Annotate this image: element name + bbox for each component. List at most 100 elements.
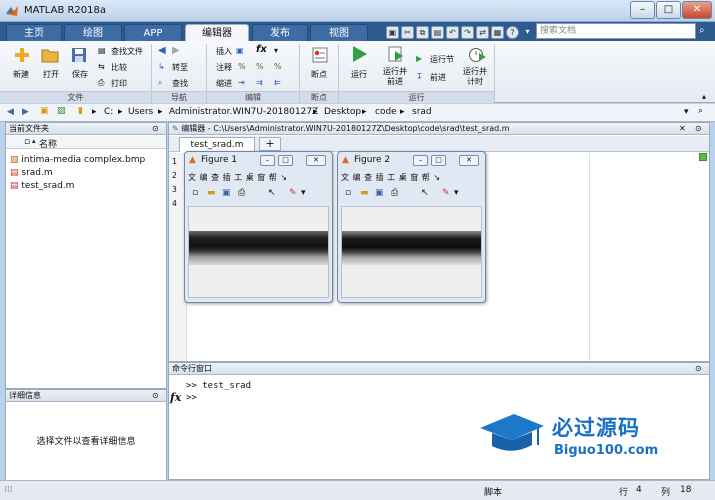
open-file-icon[interactable]: ▬	[207, 188, 216, 198]
folder-search-icon[interactable]: ⌕	[698, 106, 703, 116]
open-label[interactable]: 打开	[43, 69, 59, 80]
redo-icon[interactable]: ↷	[461, 26, 474, 39]
run-and-time-button[interactable]: 运行并 计时	[463, 67, 487, 87]
code-analyzer-status-icon[interactable]	[699, 153, 707, 161]
collapse-ribbon-icon[interactable]: ▴	[702, 92, 706, 101]
new-figure-icon[interactable]: ▫	[192, 188, 198, 198]
command-prompt[interactable]: >>	[186, 392, 251, 404]
function-dropdown-icon[interactable]: ▾	[274, 46, 278, 55]
find-button[interactable]: 查找	[172, 78, 188, 89]
save-label[interactable]: 保存	[72, 69, 88, 80]
compare-icon[interactable]: ⇆	[98, 62, 105, 71]
minimize-button[interactable]: –	[630, 1, 655, 19]
details-collapse-icon[interactable]: ⊙	[152, 390, 159, 402]
function-browser-button[interactable]: fx	[170, 391, 181, 404]
column-header[interactable]: ▫ 名称 ▴	[6, 136, 166, 150]
print-figure-icon[interactable]: ⎙	[391, 188, 398, 198]
new-label[interactable]: 新建	[13, 69, 29, 80]
forward-icon[interactable]: ▶	[172, 45, 180, 56]
back-icon[interactable]: ◀	[158, 45, 166, 56]
path-desktop[interactable]: Desktop	[324, 107, 361, 117]
compare-button[interactable]: 比较	[111, 62, 127, 73]
tab-apps[interactable]: APP	[124, 24, 182, 41]
run-section-icon[interactable]: ▶	[416, 54, 422, 63]
print-figure-icon[interactable]: ⎙	[238, 188, 245, 198]
figure-maximize-button[interactable]: □	[278, 155, 293, 166]
run-advance-button[interactable]: 运行并 前进	[383, 67, 407, 87]
documentation-search-input[interactable]: 搜索文档	[536, 23, 696, 39]
new-tab-button[interactable]: +	[259, 137, 281, 151]
list-item[interactable]: ▧ intima-media complex.bmp	[10, 154, 145, 166]
save-figure-icon[interactable]: ▣	[375, 188, 384, 198]
layout-icon[interactable]: ▦	[491, 26, 504, 39]
quick-paste-icon[interactable]: ▤	[431, 26, 444, 39]
edit-plot-icon[interactable]: ↖	[421, 188, 429, 198]
tab-view[interactable]: 视图	[310, 24, 368, 41]
figure-close-button[interactable]: ✕	[459, 155, 479, 166]
open-folder-icon[interactable]	[40, 46, 60, 64]
path-users[interactable]: Users	[128, 107, 153, 117]
edit-plot-icon[interactable]: ↖	[268, 188, 276, 198]
path-srad[interactable]: srad	[412, 107, 432, 117]
find-icon[interactable]: ⌕	[158, 78, 162, 88]
run-button[interactable]: 运行	[351, 69, 367, 80]
advance-button[interactable]: 前进	[430, 72, 446, 83]
find-files-icon[interactable]: ▤	[98, 46, 106, 55]
insert-button[interactable]: 插入	[216, 46, 232, 57]
advance-icon[interactable]: ↧	[416, 72, 423, 81]
figure-menu-bar[interactable]: 文 编 查 插 工 桌 窗 帮 ↘	[341, 172, 440, 186]
help-icon[interactable]: ?	[506, 26, 519, 39]
save-icon[interactable]	[69, 46, 89, 64]
path-code[interactable]: code	[375, 107, 397, 117]
insert-icon[interactable]: ▣	[236, 46, 244, 55]
new-figure-icon[interactable]: ▫	[345, 188, 351, 198]
search-icon[interactable]: ⌕	[699, 25, 705, 36]
brush-icon[interactable]: ✎	[289, 188, 297, 198]
close-button[interactable]: ✕	[682, 1, 712, 19]
figure-axes[interactable]	[341, 206, 482, 298]
brush-icon[interactable]: ✎	[442, 188, 450, 198]
path-administrator[interactable]: Administrator.WIN7U-20180127Z	[169, 107, 318, 117]
figure-axes[interactable]	[188, 206, 329, 298]
maximize-button[interactable]: □	[656, 1, 681, 19]
browse-folder-icon[interactable]: ▨	[57, 106, 66, 116]
figure-1-window[interactable]: ▲ Figure 1 – □ ✕ 文 编 查 插 工 桌 窗 帮 ↘ ▫ ▬ ▣…	[184, 151, 333, 303]
list-item[interactable]: ▤ srad.m	[10, 167, 53, 179]
editor-file-tab[interactable]: test_srad.m	[179, 137, 255, 152]
save-figure-icon[interactable]: ▣	[222, 188, 231, 198]
run-advance-icon[interactable]	[386, 45, 406, 63]
path-c-drive[interactable]: C:	[104, 107, 113, 117]
increase-indent-icon[interactable]: ⇉	[256, 78, 263, 87]
goto-icon[interactable]: ↳	[158, 62, 165, 71]
smart-indent-icon[interactable]: ⇥	[238, 78, 245, 87]
undo-icon[interactable]: ↶	[446, 26, 459, 39]
panel-menu-icon[interactable]: ⊙	[152, 123, 159, 135]
switch-windows-icon[interactable]: ⇄	[476, 26, 489, 39]
editor-undock-icon[interactable]: ✕	[679, 123, 686, 135]
decrease-indent-icon[interactable]: ⇇	[274, 78, 281, 87]
editor-menu-icon[interactable]: ⊙	[695, 123, 702, 135]
comment-icon[interactable]: %	[238, 62, 246, 71]
tab-publish[interactable]: 发布	[252, 24, 308, 41]
figure-menu-bar[interactable]: 文 编 查 插 工 桌 窗 帮 ↘	[188, 172, 287, 186]
brush-dropdown-icon[interactable]: ▾	[301, 188, 306, 198]
command-window-menu-icon[interactable]: ⊙	[695, 363, 702, 375]
quick-save-icon[interactable]: ▣	[386, 26, 399, 39]
indent-button[interactable]: 缩进	[216, 78, 232, 89]
figure-minimize-button[interactable]: –	[413, 155, 428, 166]
open-file-icon[interactable]: ▬	[360, 188, 369, 198]
run-time-icon[interactable]	[467, 45, 487, 63]
goto-button[interactable]: 转至	[172, 62, 188, 73]
quick-copy-icon[interactable]: ⧉	[416, 26, 429, 39]
breakpoints-icon[interactable]	[310, 46, 330, 64]
figure-2-window[interactable]: ▲ Figure 2 – □ ✕ 文 编 查 插 工 桌 窗 帮 ↘ ▫ ▬ ▣…	[337, 151, 486, 303]
print-button[interactable]: 打印	[111, 78, 127, 89]
forward-arrow-icon[interactable]: ▶	[22, 107, 29, 117]
figure-maximize-button[interactable]: □	[431, 155, 446, 166]
figure-close-button[interactable]: ✕	[306, 155, 326, 166]
up-folder-icon[interactable]: ▣	[40, 106, 49, 116]
path-history-dropdown-icon[interactable]: ▾	[684, 107, 689, 117]
wrap-comment-icon[interactable]: %	[274, 62, 282, 71]
list-item[interactable]: ▤ test_srad.m	[10, 180, 74, 192]
print-icon[interactable]: ⎙	[98, 78, 104, 88]
